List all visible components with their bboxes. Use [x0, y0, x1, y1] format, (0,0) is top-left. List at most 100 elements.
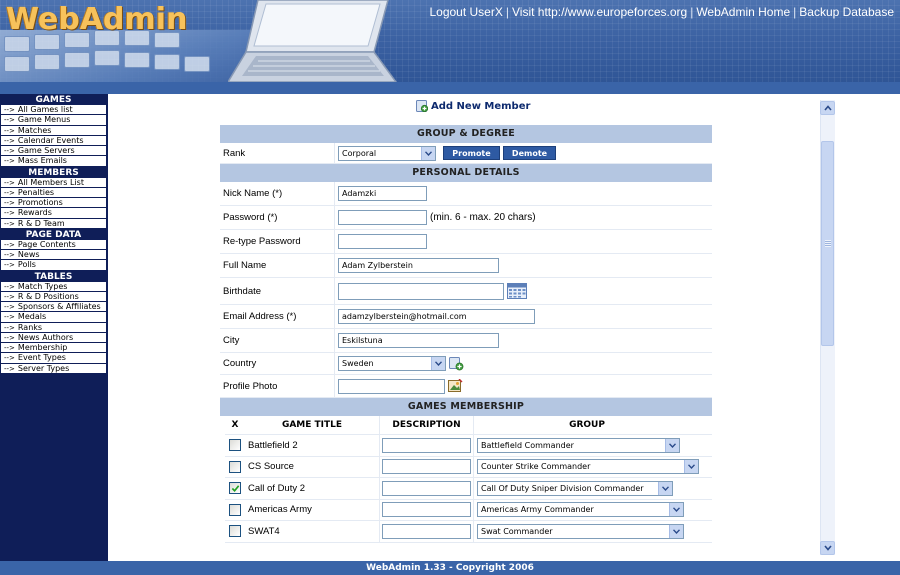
sidebar-item-label: Game Menus	[17, 115, 71, 125]
group-select[interactable]: Americas Army Commander	[477, 502, 684, 518]
password-input[interactable]	[338, 210, 427, 225]
column-header-description: DESCRIPTION	[380, 415, 474, 435]
sidebar-item-calendar-events[interactable]: --> Calendar Events	[1, 135, 106, 146]
email-row: Email Address (*) adamzylberstein@hotmai…	[220, 305, 712, 329]
sidebar-item-game-menus[interactable]: --> Game Menus	[1, 115, 106, 126]
add-member-icon	[416, 100, 428, 112]
page-title-text: Add New Member	[431, 100, 531, 112]
sidebar-item-page-contents[interactable]: --> Page Contents	[1, 239, 106, 250]
game-checkbox[interactable]	[229, 503, 241, 516]
city-input[interactable]: Eskilstuna	[338, 333, 499, 348]
sidebar-item-match-types[interactable]: --> Match Types	[1, 281, 106, 292]
chevron-down-icon[interactable]	[684, 460, 698, 474]
column-header-x: X	[231, 420, 239, 430]
game-checkbox[interactable]	[229, 439, 241, 452]
calendar-icon[interactable]	[507, 283, 527, 299]
nick-name-label: Nick Name (*)	[220, 182, 335, 205]
nick-name-row: Nick Name (*) Adamzki	[220, 182, 712, 206]
scroll-down-button[interactable]	[820, 541, 835, 555]
arrow-icon: -->	[4, 199, 15, 207]
rank-select[interactable]: Corporal	[338, 145, 436, 161]
sidebar-item-promotions[interactable]: --> Promotions	[1, 198, 106, 209]
rank-row: Rank Corporal Promote Demote	[220, 143, 712, 164]
checkbox-cell	[225, 482, 245, 495]
sidebar-item-news-authors[interactable]: --> News Authors	[1, 332, 106, 343]
description-input[interactable]	[382, 437, 471, 453]
sidebar-item-server-types[interactable]: --> Server Types	[1, 363, 106, 374]
promote-button[interactable]: Promote	[443, 146, 500, 160]
sidebar-item-penalties[interactable]: --> Penalties	[1, 187, 106, 198]
scroll-up-button[interactable]	[820, 101, 835, 115]
sidebar-item-rewards[interactable]: --> Rewards	[1, 208, 106, 219]
sidebar-item-matches[interactable]: --> Matches	[1, 125, 106, 136]
description-input[interactable]	[382, 480, 471, 496]
add-country-icon[interactable]	[449, 356, 464, 371]
logout-link[interactable]: Logout UserX	[429, 5, 502, 19]
game-title: SWAT4	[245, 520, 380, 542]
member-form: GROUP & DEGREE Rank Corporal Promote Dem…	[220, 125, 712, 543]
birthdate-cell	[335, 278, 712, 304]
games-table-header: X GAME TITLE DESCRIPTION GROUP	[225, 415, 712, 435]
chevron-down-icon[interactable]	[665, 438, 679, 452]
sidebar-item-membership[interactable]: --> Membership	[1, 343, 106, 354]
description-input[interactable]	[382, 502, 471, 518]
nick-name-input[interactable]: Adamzki	[338, 186, 427, 201]
sidebar-item-label: Game Servers	[17, 146, 75, 155]
group-select[interactable]: Counter Strike Commander	[477, 459, 699, 475]
chevron-down-icon[interactable]	[431, 357, 445, 370]
webadmin-home-link[interactable]: WebAdmin Home	[696, 5, 790, 19]
demote-button[interactable]: Demote	[503, 146, 556, 160]
game-checkbox[interactable]	[229, 460, 241, 473]
sidebar-item-rd-positions[interactable]: --> R & D Positions	[1, 291, 106, 302]
chevron-down-icon[interactable]	[658, 481, 672, 495]
sidebar-item-game-servers[interactable]: --> Game Servers	[1, 146, 106, 157]
rank-value-cell: Corporal Promote Demote	[335, 143, 712, 163]
chevron-down-icon[interactable]	[669, 524, 683, 538]
full-name-input[interactable]: Adam Zylberstein	[338, 258, 499, 273]
table-row: Call of Duty 2 Call Of Duty Sniper Divis…	[225, 477, 712, 500]
profile-photo-input[interactable]	[338, 378, 445, 394]
sidebar-item-label: Penalties	[17, 187, 55, 197]
sidebar-item-sponsors-affiliates[interactable]: --> Sponsors & Affiliates	[1, 302, 106, 313]
group-select[interactable]: Battlefield Commander	[477, 437, 680, 453]
description-input[interactable]	[382, 523, 471, 539]
game-checkbox[interactable]	[229, 525, 241, 538]
image-picker-icon[interactable]	[448, 379, 463, 393]
group-select-value: Battlefield Commander	[481, 440, 574, 450]
webadmin-app: WebAdmin Logout UserX | Visit http://www.e…	[0, 0, 900, 575]
group-select-value: Call Of Duty Sniper Division Commander	[481, 483, 644, 493]
country-label: Country	[220, 353, 335, 374]
sidebar-item-all-games-list[interactable]: --> All Games list	[1, 105, 106, 116]
sidebar-item-medals[interactable]: --> Medals	[1, 312, 106, 323]
sidebar-item-news[interactable]: --> News	[1, 250, 106, 261]
sidebar-item-all-members-list[interactable]: --> All Members List	[1, 177, 106, 188]
chevron-down-icon[interactable]	[669, 503, 683, 517]
birthdate-input[interactable]	[338, 282, 504, 300]
sidebar-item-rd-team[interactable]: --> R & D Team	[1, 218, 106, 229]
retype-password-input[interactable]	[338, 234, 427, 249]
section-group-degree: GROUP & DEGREE	[220, 125, 712, 143]
group-select[interactable]: Swat Commander	[477, 523, 684, 539]
checkmark-icon	[231, 485, 239, 492]
group-select-value: Americas Army Commander	[481, 505, 594, 515]
sidebar-item-ranks[interactable]: --> Ranks	[1, 322, 106, 333]
password-hint: (min. 6 - max. 20 chars)	[430, 212, 536, 223]
sidebar: GAMES --> All Games list --> Game Menus --…	[0, 94, 108, 561]
group-select[interactable]: Call Of Duty Sniper Division Commander	[477, 480, 673, 496]
email-input[interactable]: adamzylberstein@hotmail.com	[338, 309, 535, 324]
sidebar-item-event-types[interactable]: --> Event Types	[1, 353, 106, 364]
description-input[interactable]	[382, 459, 471, 475]
country-select-value: Sweden	[342, 359, 374, 368]
scrollbar-thumb[interactable]	[821, 141, 834, 346]
sidebar-item-label: Matches	[17, 125, 52, 135]
sidebar-item-polls[interactable]: --> Polls	[1, 260, 106, 271]
chevron-down-icon[interactable]	[421, 146, 435, 160]
group-cell: Battlefield Commander	[474, 437, 680, 453]
sidebar-item-mass-emails[interactable]: --> Mass Emails	[1, 156, 106, 167]
profile-photo-row: Profile Photo	[220, 375, 712, 398]
arrow-icon: -->	[4, 313, 15, 322]
game-checkbox-checked[interactable]	[229, 482, 241, 495]
visit-site-link[interactable]: Visit http://www.europeforces.org	[512, 5, 687, 19]
backup-database-link[interactable]: Backup Database	[799, 5, 894, 19]
country-select[interactable]: Sweden	[338, 356, 446, 371]
